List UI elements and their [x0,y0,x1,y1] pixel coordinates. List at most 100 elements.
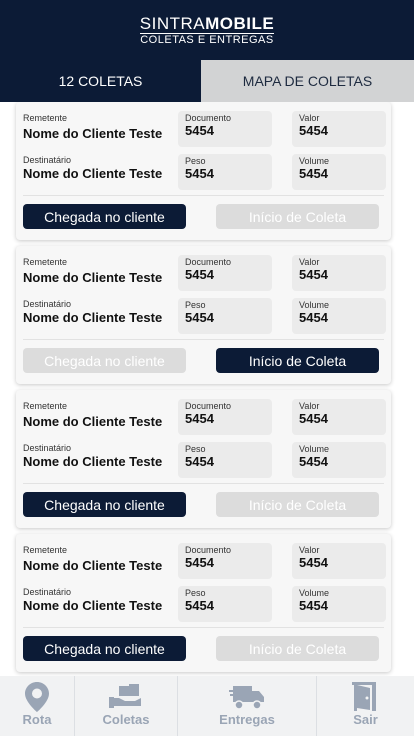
valor-label: Valor [299,113,320,123]
chegada-no-cliente-button[interactable]: Chegada no cliente [23,204,186,229]
logo-text-mobile: MOBILE [205,13,275,33]
nav-coletas-label: Coletas [102,712,150,727]
volume-box: Volume 5454 [292,298,386,334]
valor-box: Valor 5454 [292,399,386,435]
valor-value: 5454 [299,555,328,570]
destinatario-label: Destinatário [23,155,72,165]
documento-box: Documento 5454 [178,255,272,291]
boxes-hand-icon [106,682,146,712]
peso-label: Peso [185,300,206,310]
valor-box: Valor 5454 [292,255,386,291]
remetente-name: Nome do Cliente Teste [23,126,163,141]
valor-value: 5454 [299,267,328,282]
documento-value: 5454 [185,555,214,570]
peso-box: Peso 5454 [178,442,272,478]
peso-label: Peso [185,444,206,454]
card-divider [23,195,384,196]
peso-value: 5454 [185,454,214,469]
remetente-label: Remetente [23,257,68,267]
chegada-no-cliente-button[interactable]: Chegada no cliente [23,636,186,661]
nav-entregas[interactable]: Entregas [178,676,316,736]
peso-box: Peso 5454 [178,298,272,334]
volume-label: Volume [299,444,330,454]
valor-value: 5454 [299,411,328,426]
nav-coletas[interactable]: Coletas [75,676,177,736]
inicio-de-coleta-button[interactable]: Início de Coleta [216,492,379,517]
destinatario-label: Destinatário [23,587,72,597]
remetente-name: Nome do Cliente Teste [23,414,163,429]
volume-label: Volume [299,588,330,598]
sintramobile-logo: SINTRAMOBILE COLETAS E ENTREGAS [139,13,275,46]
documento-label: Documento [185,401,232,411]
destinatario-name: Nome do Cliente Teste [23,598,163,613]
nav-sair-label: Sair [353,712,378,727]
coleta-card: Remetente Nome do Cliente Teste Destinat… [16,534,391,672]
app-header: SINTRAMOBILE COLETAS E ENTREGAS [0,0,414,60]
destinatario-name: Nome do Cliente Teste [23,166,163,181]
coleta-card: Remetente Nome do Cliente Teste Destinat… [16,390,391,528]
map-pin-icon [17,682,57,712]
documento-box: Documento 5454 [178,399,272,435]
documento-value: 5454 [185,267,214,282]
volume-value: 5454 [299,598,328,613]
valor-label: Valor [299,545,320,555]
volume-label: Volume [299,300,330,310]
coleta-card: Remetente Nome do Cliente Teste Destinat… [16,246,391,384]
documento-label: Documento [185,113,232,123]
tab-coletas[interactable]: 12 COLETAS [0,60,201,102]
peso-value: 5454 [185,598,214,613]
nav-sair[interactable]: Sair [317,676,414,736]
volume-box: Volume 5454 [292,586,386,622]
valor-label: Valor [299,401,320,411]
valor-value: 5454 [299,123,328,138]
documento-value: 5454 [185,411,214,426]
remetente-label: Remetente [23,401,68,411]
peso-label: Peso [185,588,206,598]
inicio-de-coleta-button[interactable]: Início de Coleta [216,204,379,229]
peso-box: Peso 5454 [178,586,272,622]
nav-rota[interactable]: Rota [0,676,74,736]
volume-value: 5454 [299,310,328,325]
tab-mapa-de-coletas[interactable]: MAPA DE COLETAS [201,60,414,102]
nav-rota-label: Rota [22,712,52,727]
coleta-card: Remetente Nome do Cliente Teste Destinat… [16,102,391,240]
tab-bar: 12 COLETAS MAPA DE COLETAS [0,60,414,102]
valor-box: Valor 5454 [292,543,386,579]
nav-entregas-label: Entregas [219,712,275,727]
door-exit-icon [346,682,386,712]
inicio-de-coleta-button[interactable]: Início de Coleta [216,348,379,373]
remetente-label: Remetente [23,113,68,123]
remetente-name: Nome do Cliente Teste [23,270,163,285]
volume-box: Volume 5454 [292,154,386,190]
chegada-no-cliente-button[interactable]: Chegada no cliente [23,492,186,517]
remetente-name: Nome do Cliente Teste [23,558,163,573]
peso-box: Peso 5454 [178,154,272,190]
peso-label: Peso [185,156,206,166]
card-divider [23,483,384,484]
destinatario-label: Destinatário [23,299,72,309]
valor-box: Valor 5454 [292,111,386,147]
card-divider [23,339,384,340]
volume-value: 5454 [299,454,328,469]
valor-label: Valor [299,257,320,267]
destinatario-label: Destinatário [23,443,72,453]
peso-value: 5454 [185,310,214,325]
volume-value: 5454 [299,166,328,181]
logo-subtitle: COLETAS E ENTREGAS [139,32,275,46]
delivery-truck-icon [227,682,267,712]
coletas-list[interactable]: Remetente Nome do Cliente Teste Destinat… [0,102,414,676]
peso-value: 5454 [185,166,214,181]
documento-box: Documento 5454 [178,543,272,579]
chegada-no-cliente-button[interactable]: Chegada no cliente [23,348,186,373]
documento-value: 5454 [185,123,214,138]
destinatario-name: Nome do Cliente Teste [23,310,163,325]
volume-label: Volume [299,156,330,166]
destinatario-name: Nome do Cliente Teste [23,454,163,469]
inicio-de-coleta-button[interactable]: Início de Coleta [216,636,379,661]
volume-box: Volume 5454 [292,442,386,478]
logo-text-sintra: SINTRA [139,13,206,33]
documento-label: Documento [185,257,232,267]
documento-box: Documento 5454 [178,111,272,147]
card-divider [23,627,384,628]
bottom-nav: Rota Coletas Entregas Sair [0,676,414,736]
